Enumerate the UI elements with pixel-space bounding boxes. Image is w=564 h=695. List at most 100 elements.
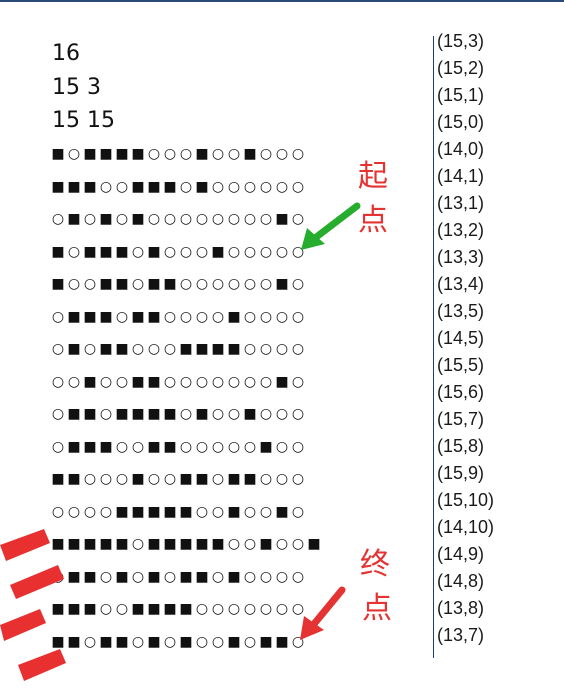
wall-cell: ■ [147,373,161,390]
wall-cell: ■ [179,536,193,552]
open-cell: ○ [259,568,273,585]
wall-cell: ■ [179,471,193,487]
wall-cell: ■ [227,471,241,487]
open-cell: ○ [131,536,145,552]
open-cell: ○ [195,438,209,455]
open-cell: ○ [67,373,81,390]
wall-cell: ■ [115,146,129,162]
open-cell: ○ [131,243,145,260]
open-cell: ○ [243,178,257,195]
wall-cell: ■ [259,438,273,455]
open-cell: ○ [115,308,129,325]
open-cell: ○ [163,373,177,390]
wall-cell: ■ [147,178,161,195]
wall-cell: ■ [67,211,81,227]
wall-cell: ■ [163,536,177,552]
wall-cell: ■ [131,601,145,617]
maze-row: ○ ○ ○ ○ ■ ■ ■ ■ ■ ○ ○ ■ ○ ○ ■ ○ [50,503,306,521]
wall-cell: ■ [195,406,209,422]
open-cell: ○ [67,146,81,162]
wall-cell: ■ [131,178,145,195]
open-cell: ○ [259,341,273,357]
wall-cell: ■ [147,633,161,650]
maze-row: ■ ■ ■ ■ ■ ○ ■ ■ ■ ■ ■ ○ ○ ■ ○ ○ ■ [50,535,322,553]
open-cell: ○ [163,568,177,585]
coordinate-item: (15,0) [437,112,485,132]
open-cell: ○ [179,211,193,227]
open-cell: ○ [211,471,225,487]
open-cell: ○ [227,373,241,390]
open-cell: ○ [291,568,305,585]
coordinate-item: (15,10) [437,490,495,510]
wall-cell: ■ [179,341,193,357]
coordinate-item: (14,10) [437,517,495,537]
open-cell: ○ [243,633,257,650]
open-cell: ○ [147,211,161,227]
start-arrow-icon [301,202,361,250]
wall-cell: ■ [67,308,81,325]
wall-cell: ■ [243,406,257,422]
open-cell: ○ [227,536,241,552]
wall-cell: ■ [147,601,161,617]
wall-cell: ■ [115,341,129,357]
wall-cell: ■ [195,178,209,195]
open-cell: ○ [275,438,289,455]
wall-cell: ■ [83,243,97,260]
coordinate-item: (13,7) [437,625,485,645]
open-cell: ○ [163,633,177,650]
wall-cell: ■ [67,471,81,487]
wall-cell: ■ [99,341,113,357]
open-cell: ○ [275,243,289,260]
wall-cell: ■ [83,601,97,617]
wall-cell: ■ [147,503,161,520]
open-cell: ○ [259,178,273,195]
open-cell: ○ [275,178,289,195]
wall-cell: ■ [227,568,241,585]
wall-cell: ■ [275,211,289,227]
open-cell: ○ [211,373,225,390]
wall-cell: ■ [147,568,161,585]
open-cell: ○ [243,373,257,390]
wall-cell: ■ [83,178,97,195]
open-cell: ○ [259,406,273,422]
wall-cell: ■ [211,536,225,552]
open-cell: ○ [51,308,65,325]
open-cell: ○ [291,308,305,325]
wall-cell: ■ [243,146,257,162]
open-cell: ○ [275,341,289,357]
coordinate-item: (15,7) [437,409,485,429]
wall-cell: ■ [115,276,129,292]
open-cell: ○ [195,276,209,292]
wall-cell: ■ [131,146,145,162]
wall-cell: ■ [147,276,161,292]
open-cell: ○ [67,503,81,520]
open-cell: ○ [243,503,257,520]
coordinate-item: (15,3) [437,31,485,51]
open-cell: ○ [243,243,257,260]
wall-cell: ■ [147,243,161,260]
open-cell: ○ [227,146,241,162]
maze-row: ■ ○ ■ ■ ■ ■ ○ ○ ○ ■ ○ ○ ■ ○ ○ ○ [50,145,306,163]
open-cell: ○ [211,601,225,617]
open-cell: ○ [211,633,225,650]
open-cell: ○ [211,178,225,195]
open-cell: ○ [195,308,209,325]
maze-row: ■ ○ ■ ■ ■ ○ ■ ○ ○ ○ ■ ○ ○ ○ ○ ○ [50,243,306,261]
open-cell: ○ [83,471,97,487]
wall-cell: ■ [131,308,145,325]
open-cell: ○ [131,341,145,357]
open-cell: ○ [147,146,161,162]
open-cell: ○ [259,243,273,260]
open-cell: ○ [243,438,257,455]
coordinate-item: (15,8) [437,436,485,456]
wall-cell: ■ [67,178,81,195]
open-cell: ○ [195,601,209,617]
open-cell: ○ [51,503,65,520]
wall-cell: ■ [51,178,65,195]
header-line-2: 15 3 [52,75,101,100]
wall-cell: ■ [67,341,81,357]
open-cell: ○ [275,308,289,325]
open-cell: ○ [291,146,305,162]
open-cell: ○ [243,211,257,227]
open-cell: ○ [99,568,113,585]
